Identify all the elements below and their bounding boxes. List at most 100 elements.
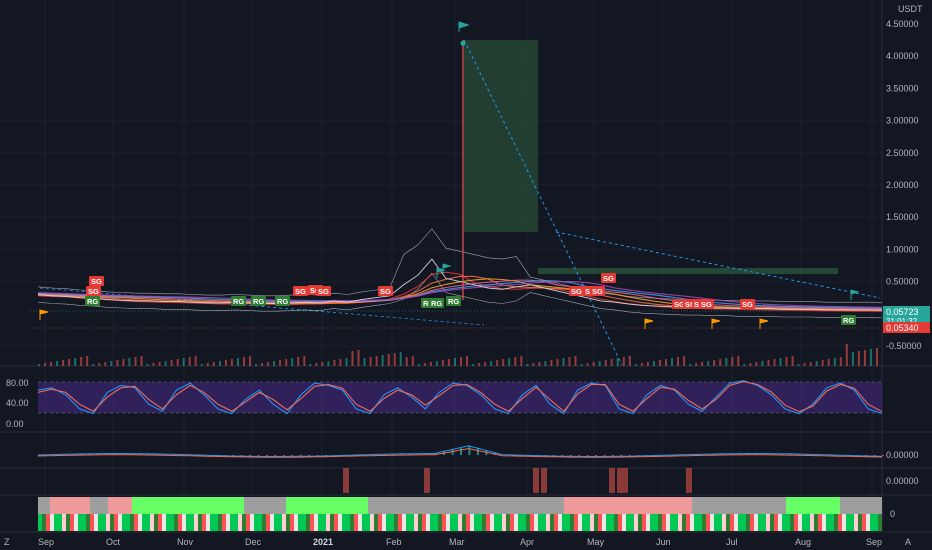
volume-bar xyxy=(616,358,619,366)
trend-segment-bottom xyxy=(862,514,866,531)
volume-bar xyxy=(490,361,493,366)
auto-scale-icon[interactable]: A xyxy=(905,537,911,547)
trend-segment-bottom xyxy=(590,514,594,531)
trend-segment-bottom xyxy=(402,514,406,531)
volume-bar xyxy=(767,360,770,366)
trend-segment-bottom xyxy=(574,514,578,531)
volume-bar xyxy=(671,358,673,366)
trend-segment-bottom xyxy=(758,514,762,531)
trend-segment-bottom xyxy=(362,514,366,531)
volume-bar xyxy=(128,358,131,366)
volume-bar xyxy=(869,349,872,366)
trend-segment-bottom xyxy=(842,514,846,531)
trend-segment-bottom xyxy=(598,514,602,531)
price-tick-label: 3.50000 xyxy=(886,83,919,93)
trend-segment-bottom xyxy=(434,514,438,531)
trend-segment-bottom xyxy=(78,514,82,531)
trend-segment-bottom xyxy=(94,514,98,531)
volume-bar xyxy=(556,359,559,366)
volume-bar xyxy=(273,361,276,366)
trend-segment-bottom xyxy=(690,514,694,531)
trend-segment-bottom xyxy=(214,514,218,531)
trend-segment-bottom xyxy=(622,514,626,531)
timezone-toggle-icon[interactable]: Z xyxy=(4,537,10,547)
trend-segment-bottom xyxy=(454,514,458,531)
trend-segment-bottom xyxy=(594,514,598,531)
volume-bar xyxy=(345,358,348,366)
volume-bar xyxy=(761,361,764,366)
trend-segment-bottom xyxy=(730,514,734,531)
trend-segment-bottom xyxy=(378,514,382,531)
sg-signal-label: SG xyxy=(742,300,753,309)
volume-bar xyxy=(773,359,776,366)
trend-segment-bottom xyxy=(618,514,622,531)
trend-segment-bottom xyxy=(602,514,606,531)
trend-segment-bottom xyxy=(586,514,590,531)
sg-signal-label: SG xyxy=(318,287,329,296)
rg-signal-label: RG xyxy=(448,297,459,306)
sg-signal-label: SG xyxy=(603,274,614,283)
trend-segment-bottom xyxy=(878,514,882,531)
trend-ribbon-pane[interactable]: 0 xyxy=(38,497,895,531)
trend-segment-bottom xyxy=(306,514,310,531)
trend-segment-bottom xyxy=(182,514,186,531)
trend-segment-bottom xyxy=(814,514,818,531)
trend-segment-bottom xyxy=(846,514,850,531)
trend-segment-bottom xyxy=(710,514,714,531)
volume-bar xyxy=(285,359,288,366)
trend-segment-bottom xyxy=(146,514,150,531)
volume-bar xyxy=(803,363,806,366)
price-tick-label: 2.50000 xyxy=(886,148,919,158)
volume-bar xyxy=(56,361,59,366)
trend-segment-bottom xyxy=(502,514,506,531)
trend-segment-bottom xyxy=(522,514,526,531)
trend-segment-bottom xyxy=(570,514,574,531)
trend-segment-bottom xyxy=(38,514,42,531)
volume-bar xyxy=(755,362,758,366)
volume-bar xyxy=(580,364,583,366)
trend-segment-bottom xyxy=(606,514,610,531)
trend-segment-bottom xyxy=(794,514,798,531)
trend-segment-bottom xyxy=(426,514,430,531)
price-tick-label: 1.50000 xyxy=(886,212,919,222)
volume-bar xyxy=(520,356,523,366)
trend-segment-bottom xyxy=(322,514,326,531)
trend-segment-bottom xyxy=(754,514,758,531)
trend-segment-bottom xyxy=(634,514,638,531)
volume-bar xyxy=(86,356,89,366)
price-tick-label: 4.00000 xyxy=(886,51,919,61)
rg-signal-label: RG xyxy=(233,297,244,306)
oscillator-bar xyxy=(343,468,349,493)
price-tick-label: 0.50000 xyxy=(886,277,919,287)
trend-segment-bottom xyxy=(798,514,802,531)
volume-bar xyxy=(827,359,830,366)
trend-segment-bottom xyxy=(206,514,210,531)
volume-bar xyxy=(339,359,342,366)
volume-bar xyxy=(122,359,125,366)
trend-segment-bottom xyxy=(370,514,374,531)
trend-segment-bottom xyxy=(142,514,146,531)
trend-segment-bottom xyxy=(158,514,162,531)
volume-bar xyxy=(779,358,782,366)
volume-bar xyxy=(833,358,836,366)
volume-bar xyxy=(640,363,643,366)
trend-segment-bottom xyxy=(650,514,654,531)
sg-signal-label: SG xyxy=(295,287,306,296)
volume-bar xyxy=(405,357,408,366)
volume-bar xyxy=(508,358,511,366)
trend-segment-bottom xyxy=(506,514,510,531)
volume-bar xyxy=(315,363,318,366)
volume-bar xyxy=(731,357,734,366)
trend-segment-bottom xyxy=(122,514,126,531)
volume-bar xyxy=(435,361,438,366)
trend-segment-bottom xyxy=(662,514,666,531)
trend-segment-bottom xyxy=(458,514,462,531)
volume-bar xyxy=(176,359,179,366)
volume-bar xyxy=(851,352,854,366)
trading-chart[interactable]: SGSGSGSGSGSGSGSGSGSGSGSGSGSGSGRGRGRGRGRG… xyxy=(0,0,932,550)
price-tick-label: -0.50000 xyxy=(886,341,922,351)
time-axis-label: Aug xyxy=(795,537,811,547)
trend-segment-bottom xyxy=(654,514,658,531)
trend-segment-bottom xyxy=(702,514,706,531)
sg-signal-label: SG xyxy=(91,277,102,286)
